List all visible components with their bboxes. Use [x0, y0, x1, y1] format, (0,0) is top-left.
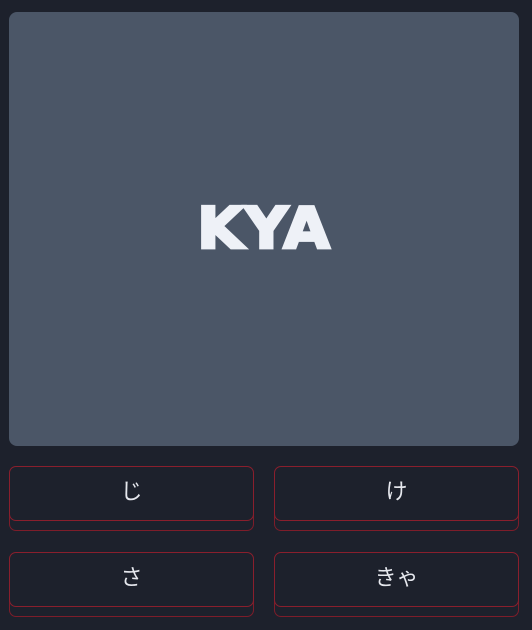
answer-option-button[interactable]: け: [274, 466, 519, 521]
answer-option-label: じ: [120, 479, 143, 505]
prompt-romaji: KYA: [196, 195, 332, 263]
answer-option-label: さ: [120, 565, 143, 591]
answer-option-button[interactable]: きゃ: [274, 552, 519, 607]
prompt-card: KYA: [9, 12, 519, 446]
answer-option-label: きゃ: [374, 565, 419, 591]
answer-option-3[interactable]: さ: [9, 552, 254, 617]
answer-option-label: け: [385, 479, 408, 505]
answer-option-button[interactable]: さ: [9, 552, 254, 607]
answer-option-button[interactable]: じ: [9, 466, 254, 521]
answer-option-4[interactable]: きゃ: [274, 552, 519, 617]
answer-option-1[interactable]: じ: [9, 466, 254, 531]
answer-option-2[interactable]: け: [274, 466, 519, 531]
